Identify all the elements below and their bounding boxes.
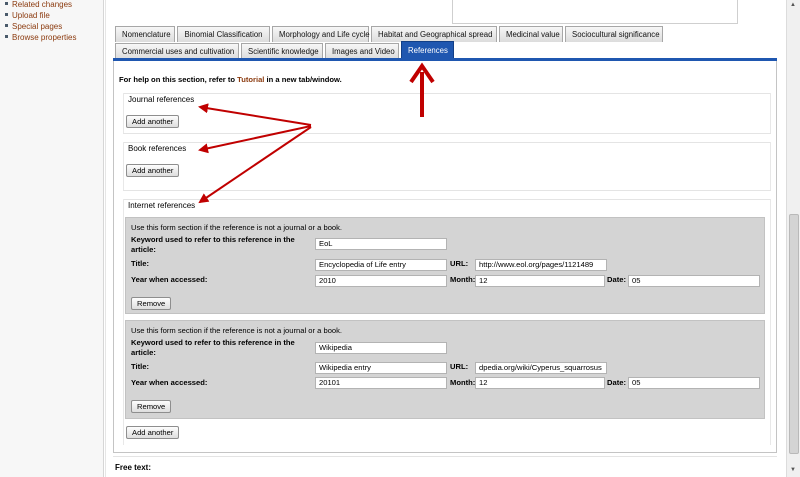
date-label: Date: — [607, 275, 626, 284]
sidebar-link-label: Related changes — [12, 0, 73, 9]
sidebar-link-related-changes[interactable]: Related changes — [5, 0, 72, 9]
remove-button[interactable]: Remove — [131, 297, 172, 310]
scroll-down-icon[interactable]: ▼ — [790, 467, 796, 473]
tab-sociocultural-significance[interactable]: Sociocultural significance — [565, 26, 663, 42]
url-label: URL: — [450, 362, 469, 371]
year-input[interactable]: 2010 — [315, 275, 447, 287]
internet-references-title: Internet references — [128, 201, 196, 210]
tutorial-link[interactable]: Tutorial — [237, 75, 264, 84]
scroll-up-icon[interactable]: ▲ — [790, 2, 796, 8]
tab-images-and-video[interactable]: Images and Video — [325, 43, 399, 59]
content-edge — [105, 0, 106, 477]
keyword-label: Keyword used to refer to this reference … — [131, 235, 295, 254]
sidebar-link-label: Upload file — [12, 11, 50, 20]
form-bottom-rule — [113, 456, 777, 457]
sidebar-link-browse-properties[interactable]: Browse properties — [5, 33, 76, 42]
year-accessed-label: Year when accessed: — [131, 378, 208, 387]
month-input[interactable]: 12 — [475, 377, 605, 389]
journal-section-bottom — [123, 133, 771, 134]
book-section — [123, 142, 771, 190]
book-section-bottom — [123, 190, 771, 191]
bullet-icon — [5, 24, 8, 28]
tab-commercial-uses-and-cultivation[interactable]: Commercial uses and cultivation — [115, 43, 239, 59]
tab-scientific-knowledge[interactable]: Scientific knowledge — [241, 43, 323, 59]
bullet-icon — [5, 13, 8, 17]
url-label: URL: — [450, 259, 469, 268]
sidebar-link-label: Special pages — [12, 22, 63, 31]
top-content-box — [452, 0, 738, 24]
scroll-thumb[interactable] — [789, 214, 799, 454]
title-input[interactable]: Encyclopedia of Life entry — [315, 259, 447, 271]
tab-nomenclature[interactable]: Nomenclature — [115, 26, 175, 42]
bullet-icon — [5, 35, 8, 39]
book-references-title: Book references — [128, 144, 187, 153]
url-input[interactable]: dpedia.org/wiki/Cyperus_squarrosus — [475, 362, 607, 374]
journal-references-title: Journal references — [128, 95, 195, 104]
tab-references[interactable]: References — [401, 41, 454, 59]
date-label: Date: — [607, 378, 626, 387]
remove-button[interactable]: Remove — [131, 400, 172, 413]
tab-binomial-classification[interactable]: Binomial Classification — [177, 26, 270, 42]
journal-section — [123, 93, 771, 133]
journal-add-another-button[interactable]: Add another — [126, 115, 180, 128]
title-label: Title: — [131, 259, 150, 268]
tab-morphology-and-life-cycle[interactable]: Morphology and Life cycle — [272, 26, 370, 42]
help-text: For help on this section, refer to Tutor… — [119, 75, 342, 84]
month-label: Month: — [450, 275, 476, 284]
sidebar-link-upload-file[interactable]: Upload file — [5, 11, 50, 20]
internet-add-another-button[interactable]: Add another — [126, 426, 180, 439]
keyword-label: Keyword used to refer to this reference … — [131, 338, 295, 357]
month-label: Month: — [450, 378, 476, 387]
title-input[interactable]: Wikipedia entry — [315, 362, 447, 374]
reference-form-note: Use this form section if the reference i… — [131, 326, 343, 335]
sidebar: Related changes Upload file Special page… — [0, 0, 104, 477]
sidebar-link-special-pages[interactable]: Special pages — [5, 22, 62, 31]
year-accessed-label: Year when accessed: — [131, 275, 208, 284]
sidebar-link-label: Browse properties — [12, 33, 77, 42]
book-add-another-button[interactable]: Add another — [126, 164, 180, 177]
vertical-scrollbar[interactable]: ▲ ▼ — [786, 0, 800, 477]
year-input[interactable]: 20101 — [315, 377, 447, 389]
keyword-input[interactable]: EoL — [315, 238, 447, 250]
tab-habitat-and-geographical-spread[interactable]: Habitat and Geographical spread — [371, 26, 497, 42]
date-input[interactable]: 05 — [628, 377, 760, 389]
title-label: Title: — [131, 362, 150, 371]
keyword-input[interactable]: Wikipedia — [315, 342, 447, 354]
date-input[interactable]: 05 — [628, 275, 760, 287]
bullet-icon — [5, 2, 8, 6]
month-input[interactable]: 12 — [475, 275, 605, 287]
reference-form-note: Use this form section if the reference i… — [131, 223, 343, 232]
url-input[interactable]: http://www.eol.org/pages/1121489 — [475, 259, 607, 271]
free-text-label: Free text: — [115, 463, 152, 472]
tab-medicinal-value[interactable]: Medicinal value — [499, 26, 563, 42]
